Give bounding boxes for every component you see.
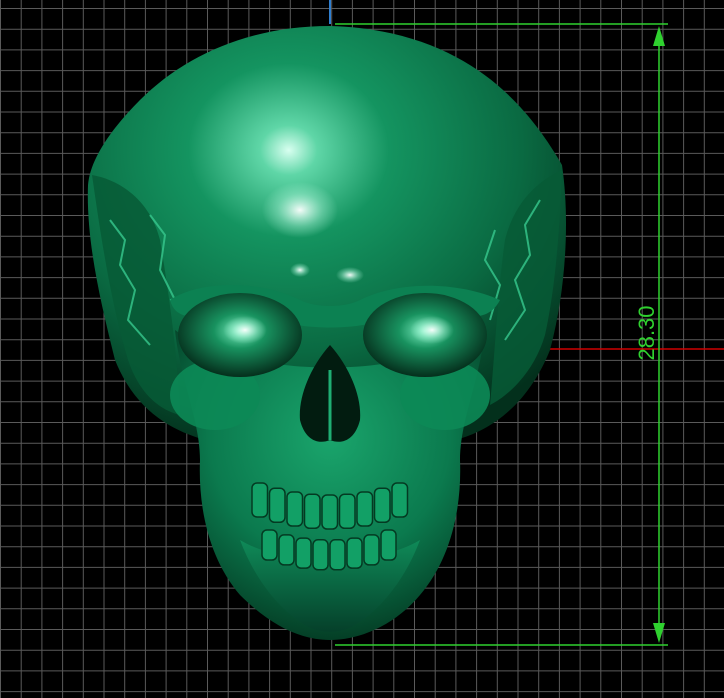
dimension-value: 28.30 [634,305,659,360]
tooth [278,534,295,566]
tooth [391,482,409,518]
skull-left-eye-highlight [223,316,267,344]
tooth [268,487,286,523]
skull-brow-highlight [336,267,364,283]
tooth [329,539,346,571]
skull-model[interactable] [87,26,567,640]
tooth [321,494,339,530]
tooth [261,529,278,561]
tooth [295,537,312,569]
viewport-canvas[interactable]: 28.30 [0,0,724,698]
tooth [356,491,374,527]
skull-specular-highlight [262,182,338,238]
tooth [346,537,363,569]
skull-brow-highlight-left [290,263,310,277]
3d-viewport[interactable]: 28.30 [0,0,724,698]
tooth [338,493,356,529]
tooth [373,487,391,523]
tooth [251,482,269,518]
tooth [363,534,380,566]
tooth [312,539,329,571]
tooth [286,491,304,527]
skull-right-eye-highlight [410,316,454,344]
tooth [303,493,321,529]
tooth [380,529,397,561]
